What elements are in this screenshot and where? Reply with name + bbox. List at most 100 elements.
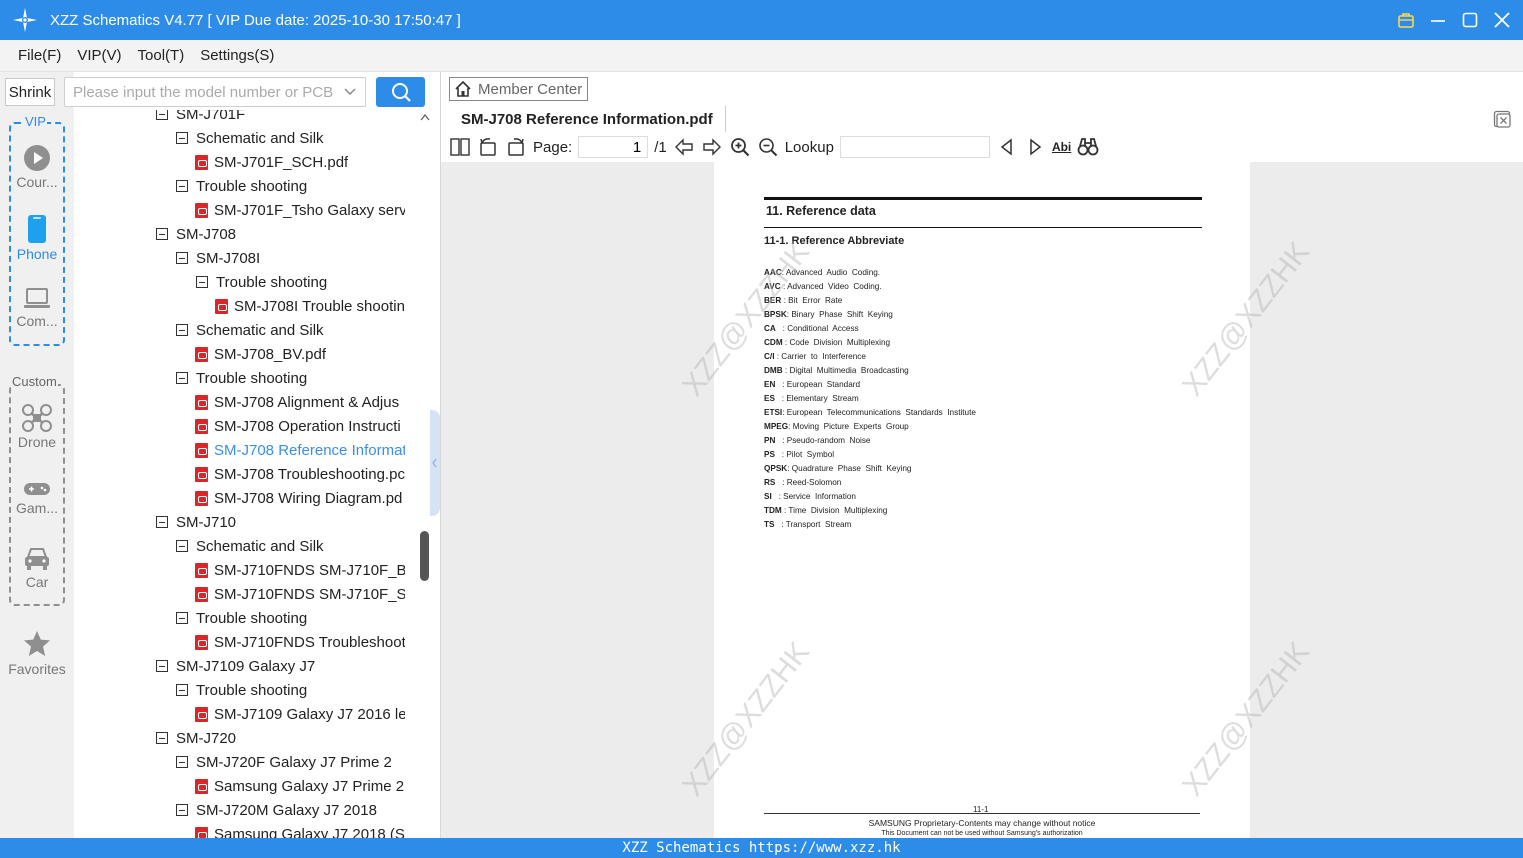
collapse-icon[interactable] xyxy=(176,180,188,192)
tree-folder-item[interactable]: Trouble shooting xyxy=(176,174,406,198)
abbreviation-description: Elementary Stream xyxy=(786,394,859,403)
pdf-file-icon xyxy=(195,778,208,794)
collapse-icon[interactable] xyxy=(176,804,188,816)
zoom-out-icon[interactable] xyxy=(757,136,779,158)
tree-item-label: SM-J720F Galaxy J7 Prime 2 xyxy=(196,753,392,771)
find-next-icon[interactable] xyxy=(1024,136,1046,158)
abbreviation-entry: QPSK: Quadrature Phase Shift Keying xyxy=(764,462,976,476)
tree-file-item[interactable]: SM-J708 Troubleshooting.pc xyxy=(195,462,405,486)
tree-file-item[interactable]: SM-J708 Wiring Diagram.pd xyxy=(195,486,405,510)
tree-file-item[interactable]: SM-J710FNDS SM-J710F_SCI xyxy=(195,582,405,606)
collapse-icon[interactable] xyxy=(176,540,188,552)
tree-folder-item[interactable]: Schematic and Silk xyxy=(176,126,406,150)
tree-folder-item[interactable]: Trouble shooting xyxy=(176,606,406,630)
rail-item-drone[interactable]: Drone xyxy=(0,404,74,450)
collapse-icon[interactable] xyxy=(196,276,208,288)
collapse-icon[interactable] xyxy=(176,252,188,264)
tree-folder-item[interactable]: SM-J7109 Galaxy J7 xyxy=(156,654,406,678)
tree-folder-item[interactable]: SM-J708I xyxy=(176,246,406,270)
arrow-right-icon[interactable] xyxy=(701,136,723,158)
collapse-icon[interactable] xyxy=(176,756,188,768)
tree-folder-item[interactable]: Trouble shooting xyxy=(176,678,406,702)
member-center-button[interactable]: Member Center xyxy=(449,77,588,101)
laptop-icon xyxy=(24,288,50,308)
collapse-icon[interactable] xyxy=(156,732,168,744)
maximize-icon[interactable] xyxy=(1461,11,1479,29)
tree-file-item[interactable]: SM-J710FNDS Troubleshooti xyxy=(195,630,405,654)
tree-folder-item[interactable]: Schematic and Silk xyxy=(176,318,406,342)
tree-folder-item[interactable]: Trouble shooting xyxy=(176,366,406,390)
tree-file-item[interactable]: SM-J710FNDS SM-J710F_BV. xyxy=(195,558,405,582)
find-previous-icon[interactable] xyxy=(996,136,1018,158)
collapse-icon[interactable] xyxy=(156,228,168,240)
page-number-input[interactable] xyxy=(578,136,649,158)
search-box[interactable] xyxy=(64,77,366,107)
vip-bag-icon[interactable] xyxy=(1397,11,1415,29)
collapse-icon[interactable] xyxy=(176,324,188,336)
document-tab[interactable]: SM-J708 Reference Information.pdf xyxy=(449,106,726,132)
collapse-icon[interactable] xyxy=(176,612,188,624)
collapse-icon[interactable] xyxy=(156,110,168,120)
tree-folder-item[interactable]: SM-J701F xyxy=(156,110,406,126)
abbreviation-description: Code Division Multiplexing xyxy=(789,338,891,347)
tree-folder-item[interactable]: SM-J720M Galaxy J7 2018 xyxy=(176,798,406,822)
find-all-icon[interactable] xyxy=(1077,136,1099,158)
tree-file-item[interactable]: Samsung Galaxy J7 2018 (SM xyxy=(195,822,405,838)
tree-folder-item[interactable]: SM-J710 xyxy=(156,510,406,534)
close-icon[interactable] xyxy=(1493,11,1511,29)
menu-vip[interactable]: VIP(V) xyxy=(77,47,121,64)
rail-item-computer[interactable]: Com... xyxy=(0,287,74,329)
tree-file-item[interactable]: SM-J708I Trouble shootin xyxy=(215,294,405,318)
tree-folder-item[interactable]: Trouble shooting xyxy=(196,270,406,294)
rail-item-favorites[interactable]: Favorites xyxy=(0,629,74,677)
abbreviation-term: TDM xyxy=(764,506,782,515)
zoom-in-icon[interactable] xyxy=(729,136,751,158)
tree-file-item[interactable]: SM-J708 Alignment & Adjus xyxy=(195,390,405,414)
rotate-left-icon[interactable] xyxy=(477,136,499,158)
collapse-icon[interactable] xyxy=(176,684,188,696)
close-tab-icon[interactable] xyxy=(1493,110,1511,128)
viewer-toolbar: Page: /1 Lookup Abi xyxy=(441,133,1523,161)
pdf-file-icon xyxy=(195,202,208,218)
collapse-icon[interactable] xyxy=(156,660,168,672)
scroll-up-icon[interactable] xyxy=(419,112,431,122)
model-tree: SM-J701F Schematic and Silk SM-J701F_SCH.p… xyxy=(74,110,414,838)
menu-file[interactable]: File(F) xyxy=(18,47,61,64)
rail-item-phone[interactable]: Phone xyxy=(0,214,74,262)
chevron-down-icon[interactable] xyxy=(343,84,357,98)
search-button[interactable] xyxy=(376,77,425,107)
tree-file-item[interactable]: SM-J708 Operation Instructi xyxy=(195,414,405,438)
abbreviation-term: SI xyxy=(764,492,772,501)
menu-tool[interactable]: Tool(T) xyxy=(138,47,185,64)
tree-folder-item[interactable]: SM-J720 xyxy=(156,726,406,750)
minimize-icon[interactable] xyxy=(1429,11,1447,29)
tree-folder-item[interactable]: SM-J708 xyxy=(156,222,406,246)
menu-settings[interactable]: Settings(S) xyxy=(200,47,274,64)
rail-item-courses[interactable]: Cour... xyxy=(0,144,74,190)
tree-file-item[interactable]: SM-J708 Reference Informat xyxy=(195,438,405,462)
tree-folder-item[interactable]: SM-J720F Galaxy J7 Prime 2 xyxy=(176,750,406,774)
tree-file-item[interactable]: Samsung Galaxy J7 Prime 2 ( xyxy=(195,774,405,798)
tree-scroll-thumb[interactable] xyxy=(420,531,429,581)
gamepad-icon xyxy=(24,483,50,495)
tree-file-item[interactable]: SM-J701F_Tsho Galaxy servic xyxy=(195,198,405,222)
rail-item-car[interactable]: Car xyxy=(0,546,74,590)
lookup-input[interactable] xyxy=(839,136,990,158)
tree-file-item[interactable]: SM-J701F_SCH.pdf xyxy=(195,150,405,174)
search-input[interactable] xyxy=(65,78,335,106)
collapse-icon[interactable] xyxy=(156,516,168,528)
collapse-icon[interactable] xyxy=(176,132,188,144)
panel-collapse-handle[interactable] xyxy=(430,410,440,516)
tree-folder-item[interactable]: Schematic and Silk xyxy=(176,534,406,558)
tree-file-item[interactable]: SM-J7109 Galaxy J7 2016 le xyxy=(195,702,405,726)
two-page-icon[interactable] xyxy=(449,136,471,158)
rotate-right-icon[interactable] xyxy=(505,136,527,158)
arrow-left-icon[interactable] xyxy=(673,136,695,158)
shrink-button[interactable]: Shrink xyxy=(5,78,55,106)
match-case-button[interactable]: Abi xyxy=(1052,136,1071,158)
collapse-icon[interactable] xyxy=(176,372,188,384)
tree-file-item[interactable]: SM-J708_BV.pdf xyxy=(195,342,405,366)
abbreviation-description: Transport Stream xyxy=(785,520,852,529)
rail-item-games[interactable]: Gam... xyxy=(0,480,74,516)
pdf-viewer[interactable]: 11. Reference data 11-1. Reference Abbre… xyxy=(441,162,1523,838)
